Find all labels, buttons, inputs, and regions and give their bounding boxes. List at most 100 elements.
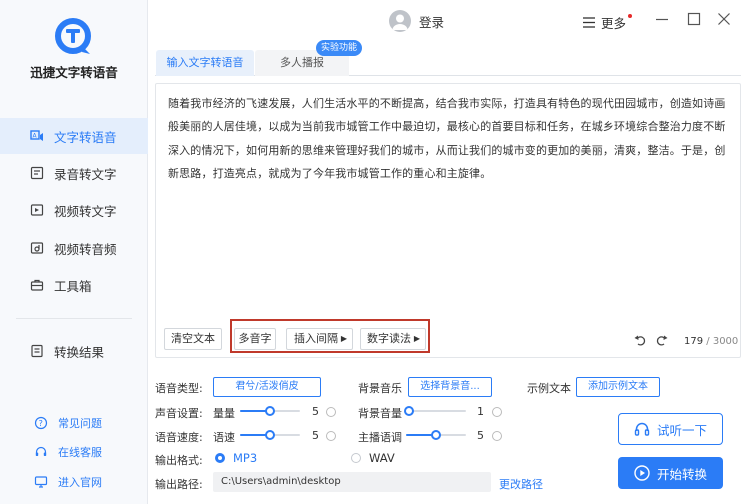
sidebar-item-video-to-text[interactable]: 视频转文字: [0, 192, 148, 228]
insert-pause-label: 插入间隔: [294, 332, 338, 345]
sidebar-item-label: 文字转语音: [54, 129, 117, 145]
output-path-field[interactable]: C:\Users\admin\desktop: [213, 472, 491, 492]
speed-value: 5: [312, 429, 319, 442]
link-faq[interactable]: ? 常见问题: [0, 411, 148, 435]
add-sample-text-button[interactable]: 添加示例文本: [576, 377, 660, 397]
sidebar-item-video-to-audio[interactable]: 视频转音频: [0, 230, 148, 266]
login-button[interactable]: 登录: [389, 10, 444, 32]
avatar: [389, 10, 411, 32]
headphones-icon: [634, 422, 650, 436]
format-label: 输出格式:: [155, 454, 203, 467]
voice-type-label: 语音类型:: [155, 382, 203, 395]
sidebar-item-toolbox[interactable]: 工具箱: [0, 267, 148, 303]
clear-text-button[interactable]: 清空文本: [164, 328, 222, 350]
radio-mp3[interactable]: [215, 453, 225, 463]
char-counter: 179 / 3000: [684, 336, 738, 347]
app-logo-icon: [55, 18, 91, 54]
link-label: 在线客服: [58, 446, 102, 459]
sidebar-item-label: 视频转文字: [54, 203, 117, 219]
sidebar-divider: [16, 318, 132, 319]
reset-icon[interactable]: [326, 407, 336, 417]
triangle-right-icon: ▶: [340, 334, 347, 343]
slider-knob[interactable]: [431, 430, 441, 440]
start-label: 开始转换: [656, 466, 707, 482]
pitch-slider[interactable]: [406, 430, 466, 440]
polyphone-button[interactable]: 多音字: [234, 328, 276, 350]
video-text-icon: [30, 203, 44, 217]
maximize-icon[interactable]: [686, 11, 702, 27]
text-speech-icon: A: [30, 129, 44, 143]
mode-tabs: 输入文字转语音 多人播报: [155, 50, 741, 76]
speed-sub-label: 语速: [213, 431, 235, 444]
app-window: 迅捷文字转语音 A 文字转语音 录音转文字 视频转文字 视频转音频 工具箱 转换…: [0, 0, 750, 504]
headset-icon: [34, 445, 48, 459]
sidebar-item-text-to-speech[interactable]: A 文字转语音: [0, 118, 148, 154]
pitch-label: 主播语调: [358, 431, 402, 444]
video-audio-icon: [30, 241, 44, 255]
sidebar-item-results[interactable]: 转换结果: [0, 333, 148, 369]
bg-volume-value: 1: [477, 405, 484, 418]
link-label: 进入官网: [58, 476, 102, 489]
play-circle-icon: [634, 465, 650, 481]
reset-icon[interactable]: [492, 407, 502, 417]
editor-text[interactable]: 随着我市经济的飞速发展，人们生活水平的不断提高，结合我市实际，打造具有特色的现代…: [168, 92, 730, 185]
close-icon[interactable]: [716, 11, 732, 27]
number-reading-label: 数字读法: [367, 332, 411, 345]
more-label-wrap: 更多: [601, 13, 633, 32]
radio-wav[interactable]: [351, 453, 361, 463]
sidebar-item-label: 录音转文字: [54, 166, 117, 182]
question-icon: ?: [34, 416, 48, 430]
svg-text:?: ?: [39, 419, 43, 428]
sidebar: 迅捷文字转语音 A 文字转语音 录音转文字 视频转文字 视频转音频 工具箱 转换…: [0, 0, 148, 504]
toolbox-icon: [30, 278, 44, 292]
link-official-site[interactable]: 进入官网: [0, 470, 148, 494]
char-count: 179: [684, 336, 704, 347]
char-max: / 3000: [706, 336, 739, 347]
output-path-label: 输出路径:: [155, 478, 203, 491]
menu-icon: [583, 17, 595, 28]
bg-music-select[interactable]: 选择背景音...: [408, 377, 492, 397]
triangle-right-icon: ▶: [413, 334, 420, 343]
number-reading-button[interactable]: 数字读法 ▶: [360, 328, 426, 350]
undo-icon[interactable]: [634, 334, 646, 346]
listen-button[interactable]: 试听一下: [618, 413, 723, 445]
login-label: 登录: [419, 14, 445, 30]
format-wav-label: WAV: [369, 451, 395, 465]
volume-label: 量量: [213, 407, 235, 420]
volume-slider[interactable]: [240, 406, 300, 416]
recording-icon: [30, 166, 44, 180]
speed-label: 语音速度:: [155, 431, 203, 444]
link-label: 常见问题: [58, 417, 102, 430]
bg-music-label: 背景音乐: [358, 382, 402, 395]
speed-slider[interactable]: [240, 430, 300, 440]
sidebar-item-label: 视频转音频: [54, 241, 117, 257]
change-path-link[interactable]: 更改路径: [499, 476, 543, 492]
redo-icon[interactable]: [656, 334, 668, 346]
monitor-icon: [34, 475, 48, 489]
volume-value: 5: [312, 405, 319, 418]
reset-icon[interactable]: [492, 431, 502, 441]
slider-knob[interactable]: [404, 406, 414, 416]
minimize-icon[interactable]: [654, 11, 670, 27]
tab-text-to-speech[interactable]: 输入文字转语音: [156, 50, 254, 76]
voice-setting-label: 声音设置:: [155, 407, 203, 420]
more-label: 更多: [601, 16, 627, 31]
bg-volume-label: 背景音量: [358, 407, 402, 420]
pitch-value: 5: [477, 429, 484, 442]
sidebar-item-label: 转换结果: [54, 344, 105, 360]
link-online-support[interactable]: 在线客服: [0, 440, 148, 464]
experimental-badge: 实验功能: [316, 40, 363, 56]
more-menu-button[interactable]: 更多: [583, 13, 633, 32]
bg-volume-slider[interactable]: [404, 406, 466, 416]
slider-knob[interactable]: [265, 430, 275, 440]
slider-knob[interactable]: [265, 406, 275, 416]
format-mp3-label: MP3: [233, 451, 258, 465]
text-editor[interactable]: 随着我市经济的飞速发展，人们生活水平的不断提高，结合我市实际，打造具有特色的现代…: [155, 83, 741, 358]
app-name: 迅捷文字转语音: [30, 65, 118, 80]
sample-text-label: 示例文本: [527, 382, 571, 395]
insert-pause-button[interactable]: 插入间隔 ▶: [286, 328, 353, 350]
voice-type-select[interactable]: 君兮/活泼俏皮: [213, 377, 321, 397]
sidebar-item-recording-to-text[interactable]: 录音转文字: [0, 155, 148, 191]
start-convert-button[interactable]: 开始转换: [618, 457, 723, 489]
reset-icon[interactable]: [326, 431, 336, 441]
